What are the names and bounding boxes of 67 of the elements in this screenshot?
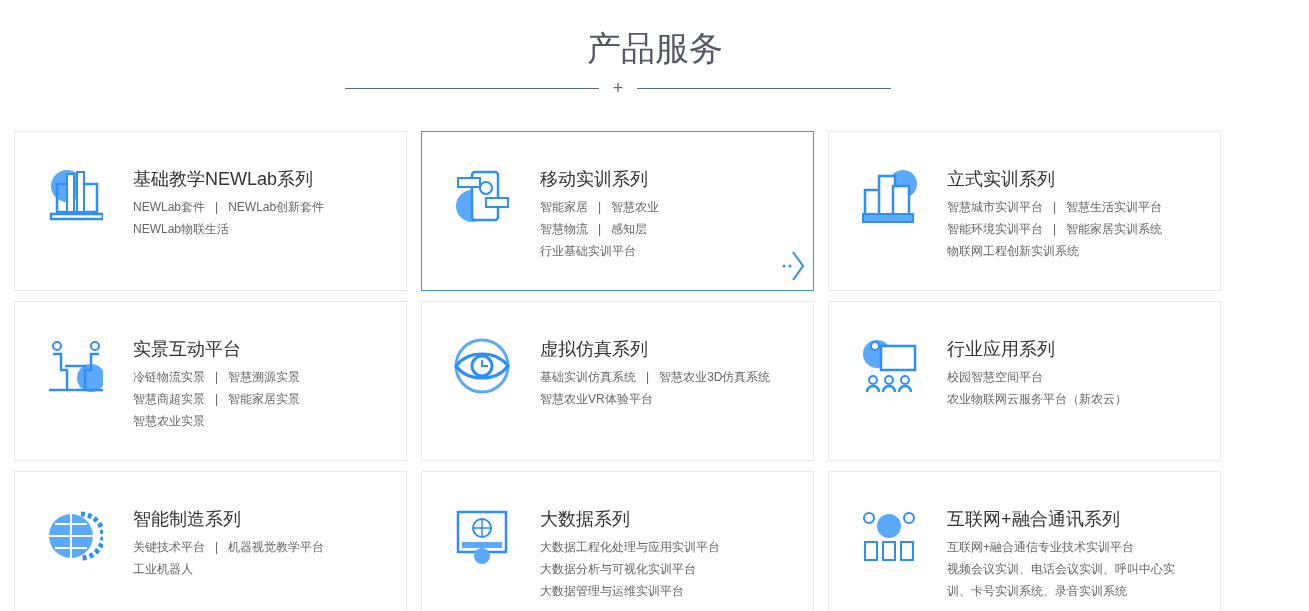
product-link[interactable]: 智慧溯源实景 xyxy=(228,366,301,388)
teacher-class-icon xyxy=(861,338,917,394)
product-link[interactable]: 行业基础实训平台 xyxy=(540,240,636,262)
product-card[interactable]: 基础教学NEWLab系列 NEWLab套件 | NEWLab创新套件 NEWLab物联生活 xyxy=(14,131,407,291)
card-title[interactable]: 实景互动平台 xyxy=(133,338,365,360)
phone-chat-icon xyxy=(454,168,510,224)
buildings-icon xyxy=(861,168,917,224)
product-link[interactable]: 感知层 xyxy=(611,218,648,240)
arrow-icon xyxy=(781,250,805,280)
product-card[interactable]: 大数据系列 大数据工程化处理与应用实训平台 大数据分析与可视化实训平台 大数据管理与运维实训平台 xyxy=(421,471,814,611)
plus-mark: + xyxy=(612,79,624,97)
product-link[interactable]: 智慧生活实训平台 xyxy=(1066,196,1163,218)
product-link[interactable]: 大数据工程化处理与应用实训平台 xyxy=(540,536,720,558)
product-link[interactable]: 智慧物流 xyxy=(540,218,588,240)
product-link[interactable]: 智慧农业VR体验平台 xyxy=(540,388,653,410)
product-link[interactable]: 工业机器人 xyxy=(133,558,193,580)
product-card[interactable]: 立式实训系列 智慧城市实训平台 | 智慧生活实训平台 智能环境实训平台 | 智能家居实训系统 物联网工程创新实训系统 xyxy=(828,131,1221,291)
separator: | xyxy=(598,199,602,216)
product-link[interactable]: NEWLab套件 xyxy=(133,196,206,218)
product-link[interactable]: 大数据管理与运维实训平台 xyxy=(540,580,684,602)
product-link[interactable]: 冷链物流实景 xyxy=(133,366,205,388)
people-at-table-icon xyxy=(47,338,103,394)
eye-icon xyxy=(454,338,510,394)
product-link[interactable]: 物联网工程创新实训系统 xyxy=(947,240,1079,262)
product-link[interactable]: 互联网+融合通信专业技术实训平台 xyxy=(947,536,1134,558)
card-title[interactable]: 立式实训系列 xyxy=(947,168,1179,190)
product-card[interactable]: 互联网+融合通讯系列 互联网+融合通信专业技术实训平台 视频会议实训、电话会议实训、呼叫中心实训、卡号实训系统、录音实训系统 xyxy=(828,471,1221,611)
separator: | xyxy=(215,391,219,408)
card-title[interactable]: 互联网+融合通讯系列 xyxy=(947,508,1179,530)
product-link[interactable]: 智慧农业 xyxy=(611,196,660,218)
separator: | xyxy=(1053,199,1057,216)
separator: | xyxy=(215,199,219,216)
product-link[interactable]: NEWLab创新套件 xyxy=(228,196,325,218)
product-link[interactable]: 基础实训仿真系统 xyxy=(540,366,636,388)
separator: | xyxy=(598,221,602,238)
product-card[interactable]: 实景互动平台 冷链物流实景 | 智慧溯源实景 智慧商超实景 | 智能家居实景 智慧农业实景 xyxy=(14,301,407,461)
section-title: 产品服务 xyxy=(585,28,724,65)
product-card[interactable]: 行业应用系列 校园智慧空间平台 农业物联网云服务平台（新农云） xyxy=(828,301,1221,461)
product-link[interactable]: 智慧城市实训平台 xyxy=(947,196,1043,218)
product-link[interactable]: 智慧商超实景 xyxy=(133,388,205,410)
product-link[interactable]: 智能环境实训平台 xyxy=(947,218,1043,240)
product-link[interactable]: 视频会议实训、电话会议实训、呼叫中心实训、卡号实训系统、录音实训系统 xyxy=(947,558,1179,602)
product-link[interactable]: 校园智慧空间平台 xyxy=(947,366,1043,388)
card-title[interactable]: 智能制造系列 xyxy=(133,508,365,530)
card-title[interactable]: 虚拟仿真系列 xyxy=(540,338,772,360)
separator: | xyxy=(646,369,650,386)
card-title[interactable]: 移动实训系列 xyxy=(540,168,772,190)
product-link[interactable]: 智能家居实训系统 xyxy=(1066,218,1163,240)
product-card[interactable]: 智能制造系列 关键技术平台 | 机器视觉教学平台 工业机器人 xyxy=(14,471,407,611)
separator: | xyxy=(215,369,219,386)
product-card[interactable]: 移动实训系列 智能家居 | 智慧农业 智慧物流 | 感知层 行业基础实训平台 xyxy=(421,131,814,291)
monitor-globe-icon xyxy=(454,508,510,564)
separator: | xyxy=(1053,221,1057,238)
product-link[interactable]: 大数据分析与可视化实训平台 xyxy=(540,558,696,580)
card-title[interactable]: 行业应用系列 xyxy=(947,338,1179,360)
product-link[interactable]: 农业物联网云服务平台（新农云） xyxy=(947,388,1127,410)
product-link[interactable]: NEWLab物联生活 xyxy=(133,218,230,240)
product-link[interactable]: 智慧农业3D仿真系统 xyxy=(659,366,771,388)
separator: | xyxy=(215,539,219,556)
card-title[interactable]: 基础教学NEWLab系列 xyxy=(133,168,365,190)
product-link[interactable]: 智能家居 xyxy=(540,196,588,218)
card-title[interactable]: 大数据系列 xyxy=(540,508,772,530)
product-card[interactable]: 虚拟仿真系列 基础实训仿真系统 | 智慧农业3D仿真系统 智慧农业VR体验平台 xyxy=(421,301,814,461)
product-link[interactable]: 智能家居实景 xyxy=(228,388,301,410)
product-link[interactable]: 机器视觉教学平台 xyxy=(228,536,325,558)
product-link[interactable]: 智慧农业实景 xyxy=(133,410,205,432)
product-link[interactable]: 关键技术平台 xyxy=(133,536,205,558)
